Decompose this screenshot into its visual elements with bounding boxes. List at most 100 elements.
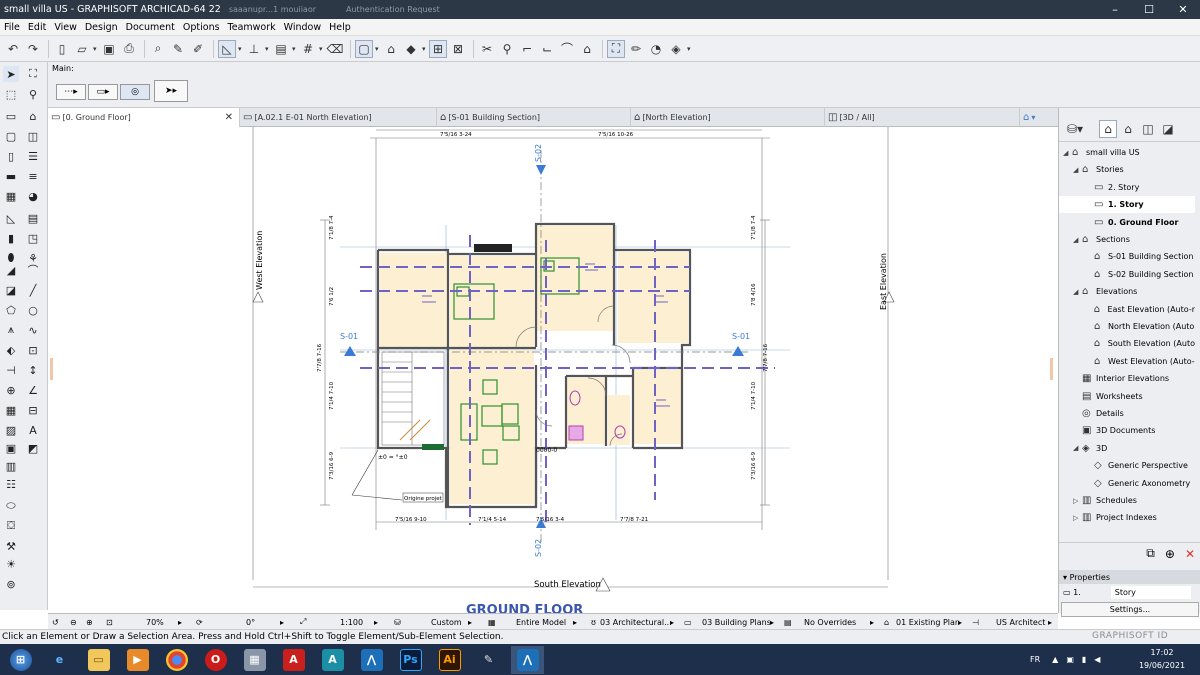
chevron-down-icon[interactable]: ▸ [958,614,962,630]
undo-zoom-icon[interactable]: ↺ [52,614,59,630]
tree-item[interactable]: ▷ ▥ Schedules [1059,492,1195,509]
override-value[interactable]: No Overrides [804,614,856,630]
structure-icon[interactable]: ▭ [684,614,692,630]
layer-combo-value[interactable]: Custom [431,614,462,630]
tab-list-button[interactable]: ⌂ ▾ [1020,108,1058,127]
minimize-icon[interactable]: – [1098,3,1132,16]
door-tool-icon[interactable]: ⌂ [25,108,41,124]
view-map-icon[interactable]: ⌂ [1119,120,1137,138]
expand-arrow-icon[interactable]: ◢ [1063,149,1072,157]
change-tool-icon[interactable]: ▥ [3,458,19,474]
marquee-tool-icon[interactable]: ⛶ [25,66,41,82]
tree-item[interactable]: ◢ ◈ 3D [1059,440,1195,457]
layout-book-icon[interactable]: ◫ [1139,120,1157,138]
chevron-down-icon[interactable]: ▾ [687,45,694,53]
illustrator-icon[interactable]: Ai [433,646,466,674]
graphisoft-id-logo[interactable]: GRAPHISOFT ID [1092,631,1168,641]
detail-tool-icon[interactable]: ◩ [25,440,41,456]
grid-icon[interactable]: # [299,40,317,58]
close-icon[interactable]: ✕ [1166,3,1200,16]
tree-item[interactable]: ⌂ East Elevation (Auto-r [1059,301,1195,318]
tray-arrow-icon[interactable]: ▲ [1052,655,1058,664]
circle-tool-icon[interactable]: ○ [25,302,41,318]
find-select-icon[interactable]: ⌕ [149,40,167,58]
layer-combo-icon[interactable]: ▤ [272,40,290,58]
arrow-tool-icon[interactable]: ➤ [3,66,19,82]
level-dim-icon[interactable]: ↕ [25,362,41,378]
pencil-icon[interactable]: ✏ [627,40,645,58]
photoshop-icon[interactable]: Ps [394,646,427,674]
radial-dim-icon[interactable]: ⊕ [3,382,19,398]
fit-window-icon[interactable]: ⊡ [106,614,113,630]
location-tool-icon[interactable]: ⊚ [3,576,19,592]
add-icon[interactable]: ⊕ [1165,547,1175,561]
tab-3d-all[interactable]: ◫ [3D / All] [825,108,1020,127]
chevron-down-icon[interactable]: ▾ [238,45,245,53]
renovation-icon[interactable]: ⌂ [884,614,889,630]
pointer-button[interactable]: ➤▸ [154,80,188,102]
renovation-value[interactable]: 01 Existing Plan [896,614,960,630]
shell-tool-icon[interactable]: ◕ [25,188,41,204]
guide-line-icon[interactable]: ◺ [218,39,236,58]
menu-view[interactable]: View [50,22,81,33]
expand-arrow-icon[interactable]: ▷ [1073,497,1082,505]
slab-tool-icon[interactable]: ▬ [3,168,19,184]
file-explorer-icon[interactable]: ▭ [82,646,115,674]
roof-tool-icon[interactable]: ◺ [3,210,19,226]
rectangle-select-icon[interactable]: ⬚ [3,86,19,102]
structure-value[interactable]: 03 Building Plans [702,614,771,630]
volume-icon[interactable]: ◀ [1094,655,1100,664]
redo-icon[interactable]: ↷ [24,40,42,58]
tree-item[interactable]: ◢ ⌂ Sections [1059,231,1195,248]
drawing-tool-icon[interactable]: ⚒ [3,538,19,554]
media-player-icon[interactable]: ▶ [121,646,154,674]
chrome-icon[interactable] [160,646,193,674]
menu-options[interactable]: Options [179,22,224,33]
archicad-icon[interactable]: ⋀ [355,646,388,674]
autocad-icon[interactable]: A [316,646,349,674]
polyline-tool-icon[interactable]: ╱ [25,282,41,298]
fillet-icon[interactable]: ⌙ [538,40,556,58]
tree-item[interactable]: ▭ 1. Story [1059,196,1195,214]
start-button-icon[interactable]: ⊞ [4,646,37,674]
tree-item[interactable]: ◢ ⌂ Elevations [1059,283,1195,300]
new-file-icon[interactable]: ▯ [53,40,71,58]
dimension-std-value[interactable]: US Architect [996,614,1045,630]
sun-tool-icon[interactable]: ☀ [3,556,19,572]
menu-design[interactable]: Design [81,22,122,33]
suspend-groups-icon[interactable]: ⊞ [429,39,447,58]
new-view-icon[interactable]: ⧉ [1146,546,1155,561]
chevron-down-icon[interactable]: ▸ [1048,614,1052,630]
column-tool-icon[interactable]: ▯ [3,148,19,164]
interior-elev-icon[interactable]: ☷ [3,476,19,492]
pen-set-icon[interactable]: ʊ [591,614,596,630]
chevron-down-icon[interactable]: ▸ [770,614,774,630]
tree-item[interactable]: ◢ ⌂ Stories [1059,161,1195,178]
network-icon[interactable]: ▣ [1066,655,1074,664]
language-indicator[interactable]: FR [1030,655,1040,664]
opera-icon[interactable]: O [199,646,232,674]
object-tool-icon[interactable]: ◫ [25,128,41,144]
menu-document[interactable]: Document [122,22,179,33]
properties-header[interactable]: ▾ Properties [1059,570,1200,584]
layers-icon[interactable]: ⛁ [394,614,401,630]
tree-item[interactable]: ⌂ S-01 Building Section [1059,248,1195,265]
worksheet-tool-icon[interactable]: ▣ [3,440,19,456]
curtain-wall-icon[interactable]: ▦ [3,188,19,204]
tree-item[interactable]: ◇ Generic Perspective [1059,457,1195,474]
undo-icon[interactable]: ↶ [4,40,22,58]
tree-item[interactable]: ▦ Interior Elevations [1059,370,1195,387]
project-map-icon[interactable]: ⌂ [1099,119,1117,138]
eraser-icon[interactable]: ⌫ [326,40,344,58]
window-tool-icon[interactable]: ▢ [3,128,19,144]
navigator-menu-icon[interactable]: ⛁▾ [1063,120,1087,138]
section-tool-icon[interactable]: ⊟ [25,402,41,418]
bg-tab-1[interactable]: saaanupr...1 mouiiaor [229,5,316,14]
expand-arrow-icon[interactable]: ◢ [1073,288,1082,296]
intersect-icon[interactable]: ⌐ [518,40,536,58]
chevron-down-icon[interactable]: ▸ [280,614,284,630]
archicad-active-icon[interactable]: ⋀ [511,645,544,674]
text-tool-icon[interactable]: ⬖ [3,342,19,358]
tree-item[interactable]: ⌂ North Elevation (Auto [1059,318,1195,335]
menu-edit[interactable]: Edit [24,22,50,33]
